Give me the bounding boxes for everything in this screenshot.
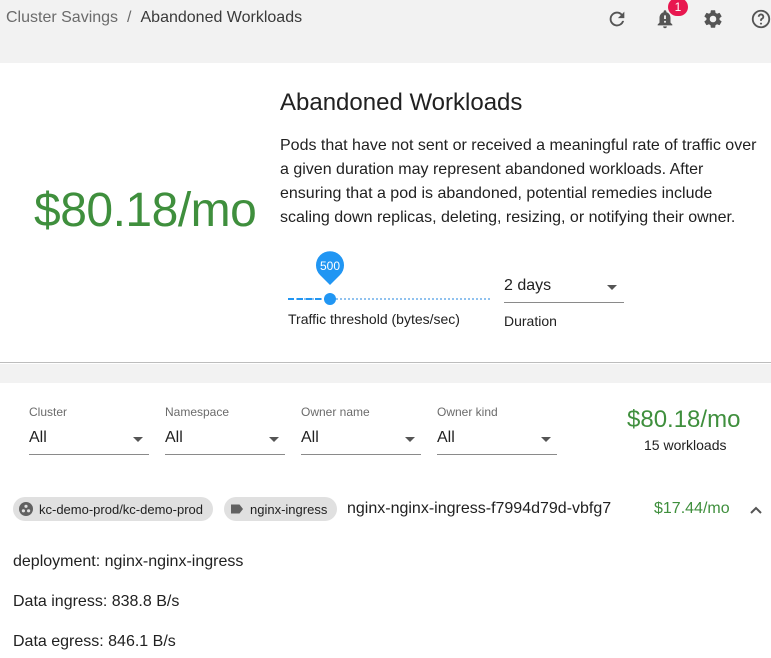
chevron-down-icon [133, 437, 143, 442]
slider-thumb[interactable] [324, 293, 336, 305]
duration-select[interactable]: 2 days [504, 273, 624, 303]
filter-value: All [29, 429, 47, 446]
workload-count: 15 workloads [644, 437, 727, 453]
chevron-down-icon [607, 285, 617, 290]
cluster-chip: kc-demo-prod/kc-demo-prod [13, 497, 214, 521]
notification-count-badge: 1 [668, 0, 688, 16]
total-savings-amount: $80.18/mo [34, 184, 257, 237]
breadcrumb: Cluster Savings / Abandoned Workloads [6, 9, 302, 27]
cluster-filter[interactable]: Cluster All [29, 405, 149, 455]
owner-name-filter[interactable]: Owner name All [301, 405, 421, 455]
page-title: Abandoned Workloads [280, 89, 523, 116]
filter-value: All [165, 429, 183, 446]
breadcrumb-parent-link[interactable]: Cluster Savings [6, 9, 118, 26]
deployment-detail: deployment: nginx-nginx-ingress [13, 553, 244, 570]
cluster-icon [19, 502, 33, 516]
page-description: Pods that have not sent or received a me… [280, 137, 757, 226]
owner-kind-filter[interactable]: Owner kind All [437, 405, 557, 455]
filter-value: All [301, 429, 319, 446]
pod-name: nginx-nginx-ingress-f7994d79d-vbfg7 [347, 500, 612, 517]
cluster-chip-label: kc-demo-prod/kc-demo-prod [39, 501, 204, 517]
workload-cost: $17.44/mo [654, 500, 730, 517]
filter-label: Owner kind [437, 405, 498, 419]
filter-label: Cluster [29, 405, 68, 419]
traffic-threshold-slider[interactable] [288, 283, 490, 313]
chevron-down-icon [269, 437, 279, 442]
namespace-chip: nginx-ingress [224, 497, 338, 521]
hero-section: $80.18/mo Abandoned Workloads Pods that … [0, 63, 771, 363]
namespace-chip-label: nginx-ingress [250, 501, 328, 517]
top-bar: Cluster Savings / Abandoned Workloads 1 [0, 0, 771, 63]
data-egress-detail: Data egress: 846.1 B/s [13, 633, 176, 650]
filtered-savings-amount: $80.18/mo [627, 406, 741, 433]
breadcrumb-separator: / [127, 9, 132, 26]
filter-label: Namespace [165, 405, 230, 419]
duration-value: 2 days [504, 277, 552, 294]
filter-value: All [437, 429, 455, 446]
gear-icon[interactable] [701, 7, 725, 31]
namespace-filter[interactable]: Namespace All [165, 405, 285, 455]
chevron-up-icon[interactable] [746, 500, 766, 520]
chevron-down-icon [405, 437, 415, 442]
refresh-icon[interactable] [605, 7, 629, 31]
filter-label: Owner name [301, 405, 370, 419]
data-ingress-detail: Data ingress: 838.8 B/s [13, 593, 180, 610]
breadcrumb-current: Abandoned Workloads [140, 9, 303, 26]
slider-label: Traffic threshold (bytes/sec) [288, 311, 460, 327]
slider-value: 500 [319, 259, 341, 273]
duration-label: Duration [504, 313, 557, 329]
help-icon[interactable] [749, 7, 771, 31]
section-divider [0, 364, 771, 383]
label-icon [230, 502, 244, 516]
chevron-down-icon [541, 437, 551, 442]
